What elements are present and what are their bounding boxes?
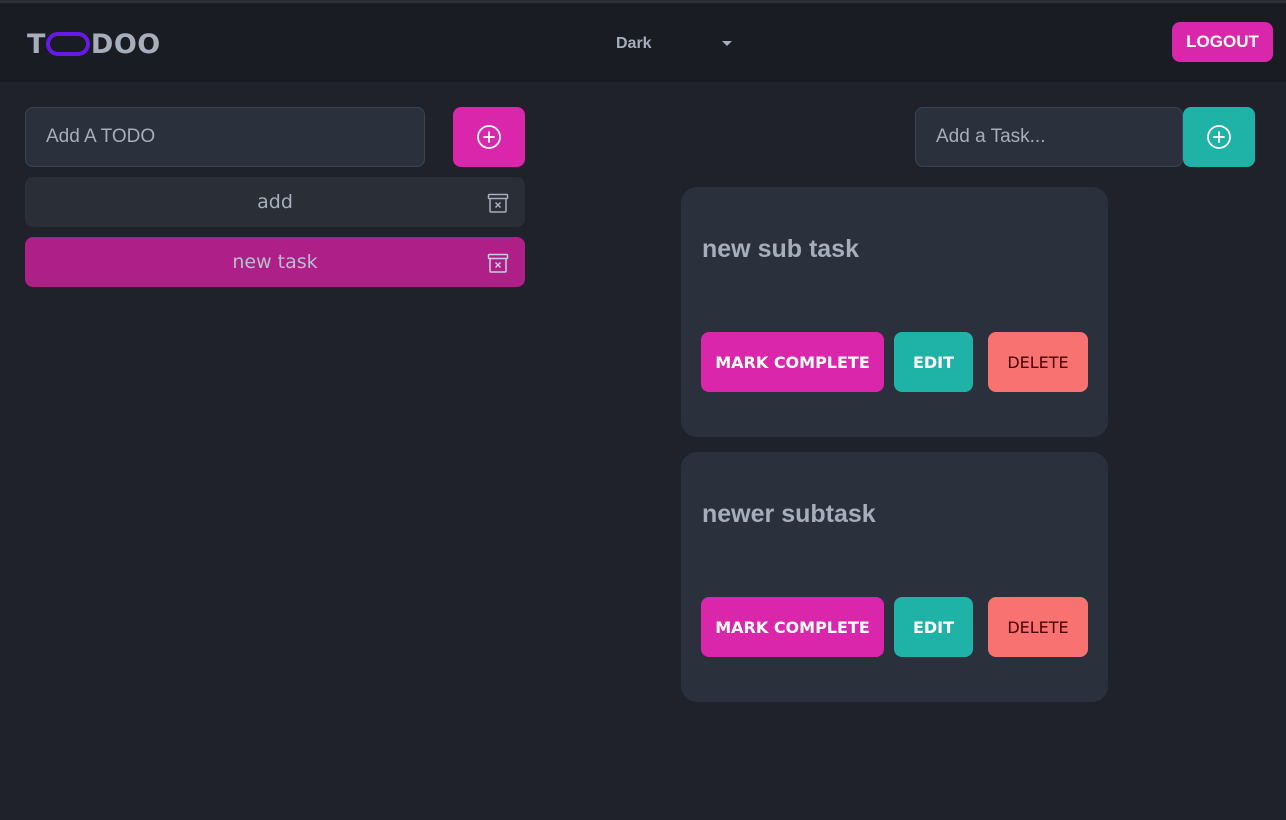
logo-text-right: DOO xyxy=(90,28,161,60)
caret-down-icon xyxy=(722,41,732,46)
delete-button[interactable]: DELETE xyxy=(988,332,1088,392)
mark-complete-button[interactable]: MARK COMPLETE xyxy=(701,597,884,657)
theme-select[interactable]: Dark xyxy=(597,22,749,66)
app-logo: T DOO xyxy=(27,28,161,60)
mark-complete-button[interactable]: MARK COMPLETE xyxy=(701,332,884,392)
task-card: new sub task MARK COMPLETE EDIT DELETE xyxy=(681,187,1108,437)
archive-x-icon[interactable] xyxy=(487,192,509,214)
logo-ring-icon xyxy=(45,32,90,56)
todo-item-label: new task xyxy=(232,251,318,273)
delete-button[interactable]: DELETE xyxy=(988,597,1088,657)
todo-item-new-task[interactable]: new task xyxy=(25,237,525,287)
todo-item-label: add xyxy=(257,191,293,213)
navbar: T DOO Dark LOGOUT xyxy=(0,3,1286,82)
add-todo-button[interactable] xyxy=(453,107,525,167)
plus-circle-icon xyxy=(477,125,501,149)
add-task-button[interactable] xyxy=(1183,107,1255,167)
task-card-title: new sub task xyxy=(702,235,859,263)
edit-button[interactable]: EDIT xyxy=(894,597,973,657)
theme-select-value: Dark xyxy=(616,35,652,52)
add-todo-input[interactable] xyxy=(25,107,425,167)
task-card-title: newer subtask xyxy=(702,500,876,528)
task-card: newer subtask MARK COMPLETE EDIT DELETE xyxy=(681,452,1108,702)
archive-x-icon[interactable] xyxy=(487,252,509,274)
add-task-input[interactable] xyxy=(915,107,1183,167)
edit-button[interactable]: EDIT xyxy=(894,332,973,392)
logo-text-left: T xyxy=(27,28,46,60)
plus-circle-icon xyxy=(1207,125,1231,149)
todo-item-add[interactable]: add xyxy=(25,177,525,227)
logout-button[interactable]: LOGOUT xyxy=(1172,22,1273,62)
